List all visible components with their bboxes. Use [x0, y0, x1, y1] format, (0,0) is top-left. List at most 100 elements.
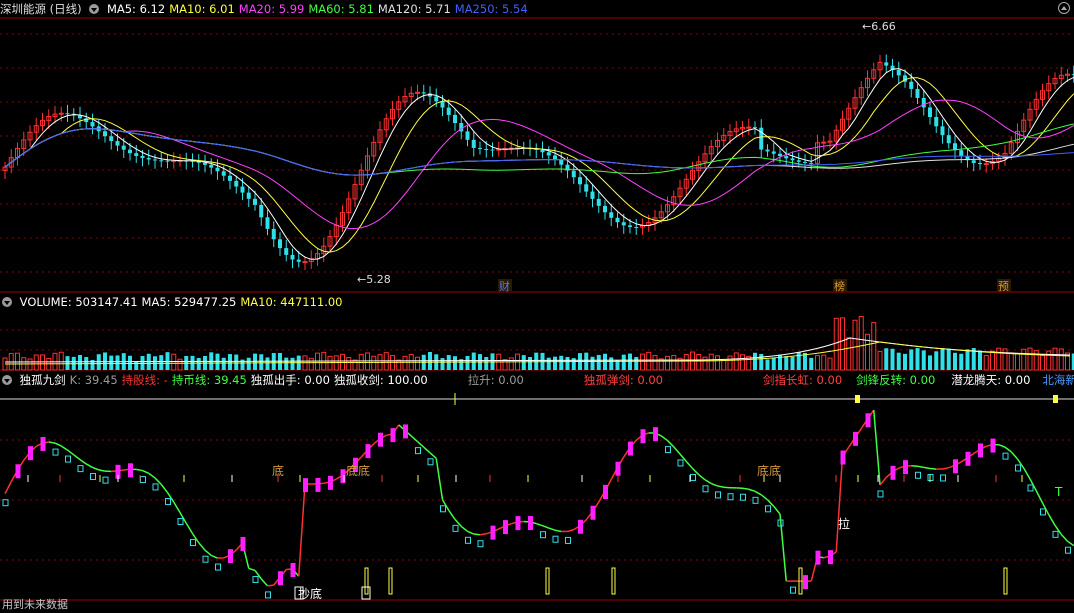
signal-bar: [1003, 567, 1008, 595]
candle-body: [634, 226, 639, 228]
candle-body: [165, 160, 170, 162]
volume-bar: [815, 355, 820, 371]
volume-bar: [683, 354, 689, 371]
volume-bar: [953, 352, 957, 370]
k-line: [298, 484, 306, 577]
indicator-block: [52, 448, 59, 456]
indicator-block: [152, 483, 159, 491]
candle-body: [940, 126, 945, 136]
indicator-block: [190, 539, 196, 547]
candle-body: [571, 170, 576, 178]
candle-body: [946, 135, 951, 144]
candle-body: [746, 126, 752, 129]
volume-bar: [265, 357, 270, 370]
volume-bar: [471, 352, 476, 370]
volume-bar: [559, 355, 564, 370]
k-line: [204, 549, 212, 556]
candle-body: [771, 151, 776, 154]
indicator-block: [715, 491, 721, 499]
indicator-block: [452, 524, 459, 532]
volume-bar: [228, 354, 232, 370]
k-line: [48, 441, 56, 444]
k-line: [879, 476, 887, 486]
indicator-block: [65, 455, 71, 463]
indicator-block: [702, 485, 709, 493]
k-line: [98, 469, 106, 472]
volume-bar: [196, 357, 201, 370]
candle-body: [259, 204, 264, 218]
volume-bar: [453, 356, 457, 370]
indicator-block: [653, 427, 658, 442]
volume-bar: [946, 348, 951, 370]
volume-bar: [1008, 352, 1014, 371]
candle-body: [90, 122, 95, 127]
volume-bar: [784, 356, 789, 370]
indicator-block: [552, 535, 559, 543]
candle-body: [546, 152, 551, 156]
candle-body: [778, 153, 782, 157]
volume-bar: [715, 355, 720, 371]
k-line: [173, 501, 181, 513]
indicator-label: 拉: [838, 516, 850, 531]
k-line: [742, 487, 749, 490]
candle-body: [765, 149, 770, 152]
indicator-block: [690, 473, 696, 481]
volume-bar: [171, 353, 177, 371]
k-line: [685, 460, 694, 469]
volume-bar: [402, 355, 408, 371]
indicator-block: [840, 450, 846, 465]
volume-bar: [109, 355, 114, 370]
volume-bar: [65, 356, 70, 370]
volume-bar: [502, 359, 508, 371]
volume-bar: [621, 354, 626, 370]
candle-body: [290, 254, 295, 260]
indicator-block: [1040, 508, 1046, 516]
candle-body: [609, 212, 614, 218]
indicator-label: 底: [272, 463, 284, 478]
signal-bar: [611, 567, 616, 595]
candle-body: [603, 205, 607, 213]
volume-bar: [484, 356, 489, 370]
indicator-block: [202, 555, 209, 563]
volume-bar: [565, 356, 570, 370]
volume-bar: [1015, 353, 1020, 371]
volume-bar: [253, 353, 257, 370]
k-line: [760, 494, 768, 501]
candle-body: [465, 131, 470, 140]
candle-body: [228, 175, 232, 181]
candle-body: [884, 62, 889, 66]
volume-bar: [234, 354, 239, 370]
candle-body: [146, 158, 151, 160]
volume-bar: [915, 348, 920, 370]
k-line: [748, 488, 756, 493]
candle-body: [215, 167, 220, 172]
event-marker: 财: [499, 279, 510, 293]
candle-body: [153, 159, 157, 161]
candle-body: [134, 153, 139, 156]
k-line: [929, 467, 937, 470]
signal-bar: [545, 567, 550, 595]
candle-body: [103, 131, 107, 137]
volume-bar: [327, 355, 333, 371]
stock-chart[interactable]: ←6.66←5.28财榜预底 底底 底底拉抄底T: [0, 0, 1074, 613]
volume-bar: [959, 353, 964, 370]
indicator-block: [903, 460, 908, 475]
volume-bar: [546, 357, 551, 370]
indicator-block: [440, 505, 446, 513]
signal-bar: [388, 567, 393, 595]
candle-body: [109, 136, 114, 142]
moving-average-line: [4, 68, 1074, 260]
candle-body: [434, 96, 439, 102]
candle-body: [471, 139, 476, 148]
volume-bar: [308, 357, 314, 371]
volume-bar: [159, 355, 164, 370]
k-line: [467, 530, 475, 535]
candle-body: [559, 159, 564, 165]
k-line: [873, 409, 881, 486]
volume-bar: [965, 349, 970, 370]
candle-body: [78, 115, 82, 119]
candle-body: [590, 191, 595, 199]
volume-bar: [809, 357, 814, 370]
k-line: [1004, 446, 1012, 453]
candle-body: [440, 101, 445, 108]
